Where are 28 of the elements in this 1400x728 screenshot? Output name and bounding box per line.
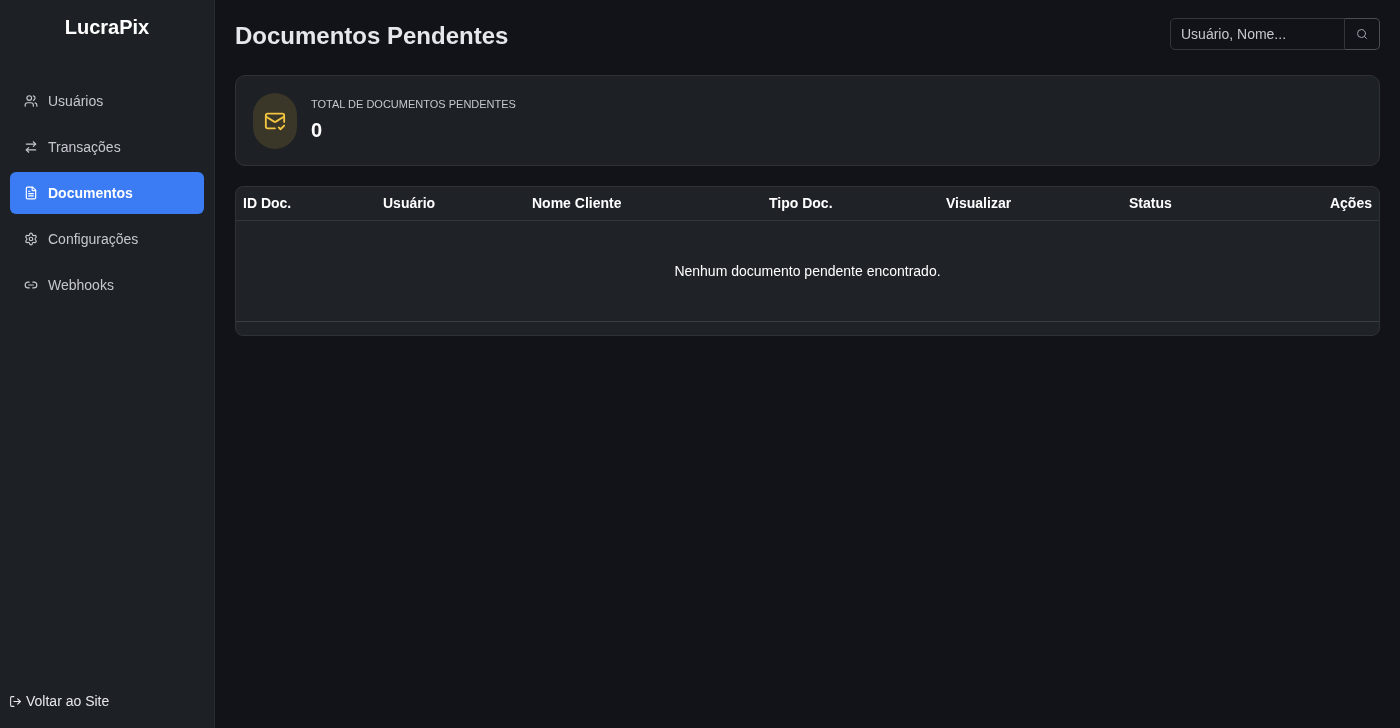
stat-label: TOTAL DE DOCUMENTOS PENDENTES <box>311 97 516 113</box>
back-link[interactable]: Voltar ao Site <box>9 691 204 712</box>
column-header: Nome Cliente <box>532 194 623 213</box>
column-header: Tipo Doc. <box>769 194 834 213</box>
mail-icon <box>253 92 297 149</box>
document-icon <box>24 186 38 200</box>
sidebar-item[interactable]: Webhooks <box>10 264 204 306</box>
column-header: Ações <box>1329 194 1372 213</box>
search-field[interactable]: Usuário, Nome... <box>1170 18 1345 50</box>
gear-icon <box>24 232 38 246</box>
sidebar-item[interactable]: Usuários <box>10 80 204 122</box>
column-header: Status <box>1129 194 1173 213</box>
search-button[interactable] <box>1345 18 1380 50</box>
arrows-icon <box>24 140 38 154</box>
sidebar-item[interactable]: Documentos <box>10 172 204 214</box>
exit-icon <box>9 695 22 708</box>
users-icon <box>24 94 38 108</box>
search-icon <box>1356 28 1368 40</box>
column-header: Usuário <box>383 194 437 213</box>
column-header: Visualizar <box>946 194 1013 213</box>
sidebar-item[interactable]: Configurações <box>10 218 204 260</box>
stat-value: 0 <box>311 117 324 143</box>
brand-title: LucraPix <box>63 15 151 40</box>
sidebar-item[interactable]: Transações <box>10 126 204 168</box>
link-icon <box>24 278 38 292</box>
column-header: ID Doc. <box>243 194 293 213</box>
empty-message: Nenhum documento pendente encontrado. <box>674 261 941 281</box>
page-title: Documentos Pendentes <box>235 21 509 51</box>
